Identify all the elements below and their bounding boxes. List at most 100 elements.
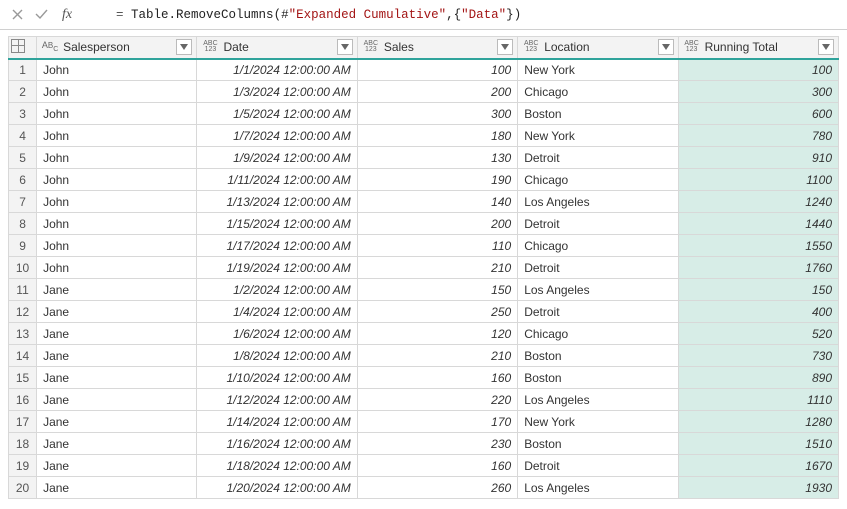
cell-running-total[interactable]: 890	[678, 367, 838, 389]
cell-date[interactable]: 1/1/2024 12:00:00 AM	[197, 59, 357, 81]
cell-running-total[interactable]: 1510	[678, 433, 838, 455]
cell-running-total[interactable]: 910	[678, 147, 838, 169]
cell-running-total[interactable]: 600	[678, 103, 838, 125]
cell-location[interactable]: Boston	[518, 367, 678, 389]
type-any-icon[interactable]: ABC123	[683, 39, 701, 55]
table-row[interactable]: 12Jane1/4/2024 12:00:00 AM250Detroit400	[9, 301, 839, 323]
cell-running-total[interactable]: 150	[678, 279, 838, 301]
cell-salesperson[interactable]: John	[37, 147, 197, 169]
cell-sales[interactable]: 200	[357, 81, 517, 103]
cell-salesperson[interactable]: John	[37, 81, 197, 103]
cell-sales[interactable]: 160	[357, 455, 517, 477]
cell-sales[interactable]: 120	[357, 323, 517, 345]
cell-running-total[interactable]: 780	[678, 125, 838, 147]
cell-salesperson[interactable]: John	[37, 125, 197, 147]
row-number[interactable]: 11	[9, 279, 37, 301]
cell-location[interactable]: Detroit	[518, 301, 678, 323]
cell-date[interactable]: 1/9/2024 12:00:00 AM	[197, 147, 357, 169]
cell-date[interactable]: 1/4/2024 12:00:00 AM	[197, 301, 357, 323]
table-row[interactable]: 6John1/11/2024 12:00:00 AM190Chicago1100	[9, 169, 839, 191]
cell-salesperson[interactable]: John	[37, 103, 197, 125]
cell-date[interactable]: 1/3/2024 12:00:00 AM	[197, 81, 357, 103]
table-row[interactable]: 8John1/15/2024 12:00:00 AM200Detroit1440	[9, 213, 839, 235]
cell-running-total[interactable]: 1440	[678, 213, 838, 235]
cell-salesperson[interactable]: Jane	[37, 301, 197, 323]
cell-running-total[interactable]: 520	[678, 323, 838, 345]
row-number[interactable]: 3	[9, 103, 37, 125]
cell-sales[interactable]: 250	[357, 301, 517, 323]
filter-button[interactable]	[658, 39, 674, 55]
cell-sales[interactable]: 210	[357, 257, 517, 279]
cell-sales[interactable]: 100	[357, 59, 517, 81]
cell-sales[interactable]: 260	[357, 477, 517, 499]
cell-sales[interactable]: 300	[357, 103, 517, 125]
cell-date[interactable]: 1/18/2024 12:00:00 AM	[197, 455, 357, 477]
cell-location[interactable]: Boston	[518, 345, 678, 367]
cell-salesperson[interactable]: Jane	[37, 477, 197, 499]
row-number[interactable]: 15	[9, 367, 37, 389]
row-number[interactable]: 12	[9, 301, 37, 323]
cell-location[interactable]: Los Angeles	[518, 477, 678, 499]
cell-date[interactable]: 1/8/2024 12:00:00 AM	[197, 345, 357, 367]
cell-date[interactable]: 1/14/2024 12:00:00 AM	[197, 411, 357, 433]
cell-location[interactable]: Chicago	[518, 323, 678, 345]
formula-input[interactable]: = Table.RemoveColumns(#"Expanded Cumulat…	[86, 0, 841, 36]
filter-button[interactable]	[497, 39, 513, 55]
cell-location[interactable]: Chicago	[518, 81, 678, 103]
cell-location[interactable]: New York	[518, 59, 678, 81]
table-row[interactable]: 11Jane1/2/2024 12:00:00 AM 150Los Angeles…	[9, 279, 839, 301]
cell-date[interactable]: 1/11/2024 12:00:00 AM	[197, 169, 357, 191]
table-row[interactable]: 9John1/17/2024 12:00:00 AM110Chicago1550	[9, 235, 839, 257]
row-number[interactable]: 10	[9, 257, 37, 279]
row-number[interactable]: 5	[9, 147, 37, 169]
cancel-formula-button[interactable]	[6, 4, 28, 26]
table-row[interactable]: 13Jane1/6/2024 12:00:00 AM120Chicago520	[9, 323, 839, 345]
column-header-sales[interactable]: ABC123 Sales	[357, 37, 517, 59]
cell-location[interactable]: Detroit	[518, 213, 678, 235]
table-row[interactable]: 15Jane1/10/2024 12:00:00 AM160Boston890	[9, 367, 839, 389]
cell-date[interactable]: 1/12/2024 12:00:00 AM	[197, 389, 357, 411]
cell-salesperson[interactable]: Jane	[37, 345, 197, 367]
type-text-icon[interactable]: ABC	[41, 39, 59, 55]
cell-sales[interactable]: 110	[357, 235, 517, 257]
cell-location[interactable]: Los Angeles	[518, 191, 678, 213]
column-header-salesperson[interactable]: ABC Salesperson	[37, 37, 197, 59]
cell-location[interactable]: Los Angeles	[518, 279, 678, 301]
confirm-formula-button[interactable]	[30, 4, 52, 26]
filter-button[interactable]	[337, 39, 353, 55]
cell-salesperson[interactable]: Jane	[37, 279, 197, 301]
table-row[interactable]: 7John1/13/2024 12:00:00 AM140Los Angeles…	[9, 191, 839, 213]
cell-salesperson[interactable]: Jane	[37, 433, 197, 455]
cell-location[interactable]: Detroit	[518, 147, 678, 169]
type-any-icon[interactable]: ABC123	[362, 39, 380, 55]
cell-salesperson[interactable]: Jane	[37, 323, 197, 345]
table-row[interactable]: 2John1/3/2024 12:00:00 AM200Chicago300	[9, 81, 839, 103]
cell-running-total[interactable]: 1110	[678, 389, 838, 411]
row-number[interactable]: 4	[9, 125, 37, 147]
cell-date[interactable]: 1/15/2024 12:00:00 AM	[197, 213, 357, 235]
cell-running-total[interactable]: 300	[678, 81, 838, 103]
row-number[interactable]: 19	[9, 455, 37, 477]
cell-running-total[interactable]: 100	[678, 59, 838, 81]
cell-date[interactable]: 1/2/2024 12:00:00 AM	[197, 279, 357, 301]
cell-sales[interactable]: 200	[357, 213, 517, 235]
type-any-icon[interactable]: ABC123	[201, 39, 219, 55]
cell-running-total[interactable]: 1930	[678, 477, 838, 499]
cell-location[interactable]: Detroit	[518, 455, 678, 477]
filter-button[interactable]	[176, 39, 192, 55]
row-number[interactable]: 20	[9, 477, 37, 499]
cell-location[interactable]: Boston	[518, 103, 678, 125]
cell-date[interactable]: 1/13/2024 12:00:00 AM	[197, 191, 357, 213]
row-number[interactable]: 14	[9, 345, 37, 367]
table-row[interactable]: 19Jane1/18/2024 12:00:00 AM160Detroit167…	[9, 455, 839, 477]
cell-location[interactable]: New York	[518, 125, 678, 147]
column-header-date[interactable]: ABC123 Date	[197, 37, 357, 59]
cell-date[interactable]: 1/5/2024 12:00:00 AM	[197, 103, 357, 125]
data-table[interactable]: ABC Salesperson ABC123 Date	[8, 36, 839, 499]
table-row[interactable]: 17Jane1/14/2024 12:00:00 AM170New York12…	[9, 411, 839, 433]
cell-salesperson[interactable]: John	[37, 191, 197, 213]
cell-running-total[interactable]: 1550	[678, 235, 838, 257]
column-header-running-total[interactable]: ABC123 Running Total	[678, 37, 838, 59]
row-number[interactable]: 8	[9, 213, 37, 235]
cell-salesperson[interactable]: Jane	[37, 367, 197, 389]
